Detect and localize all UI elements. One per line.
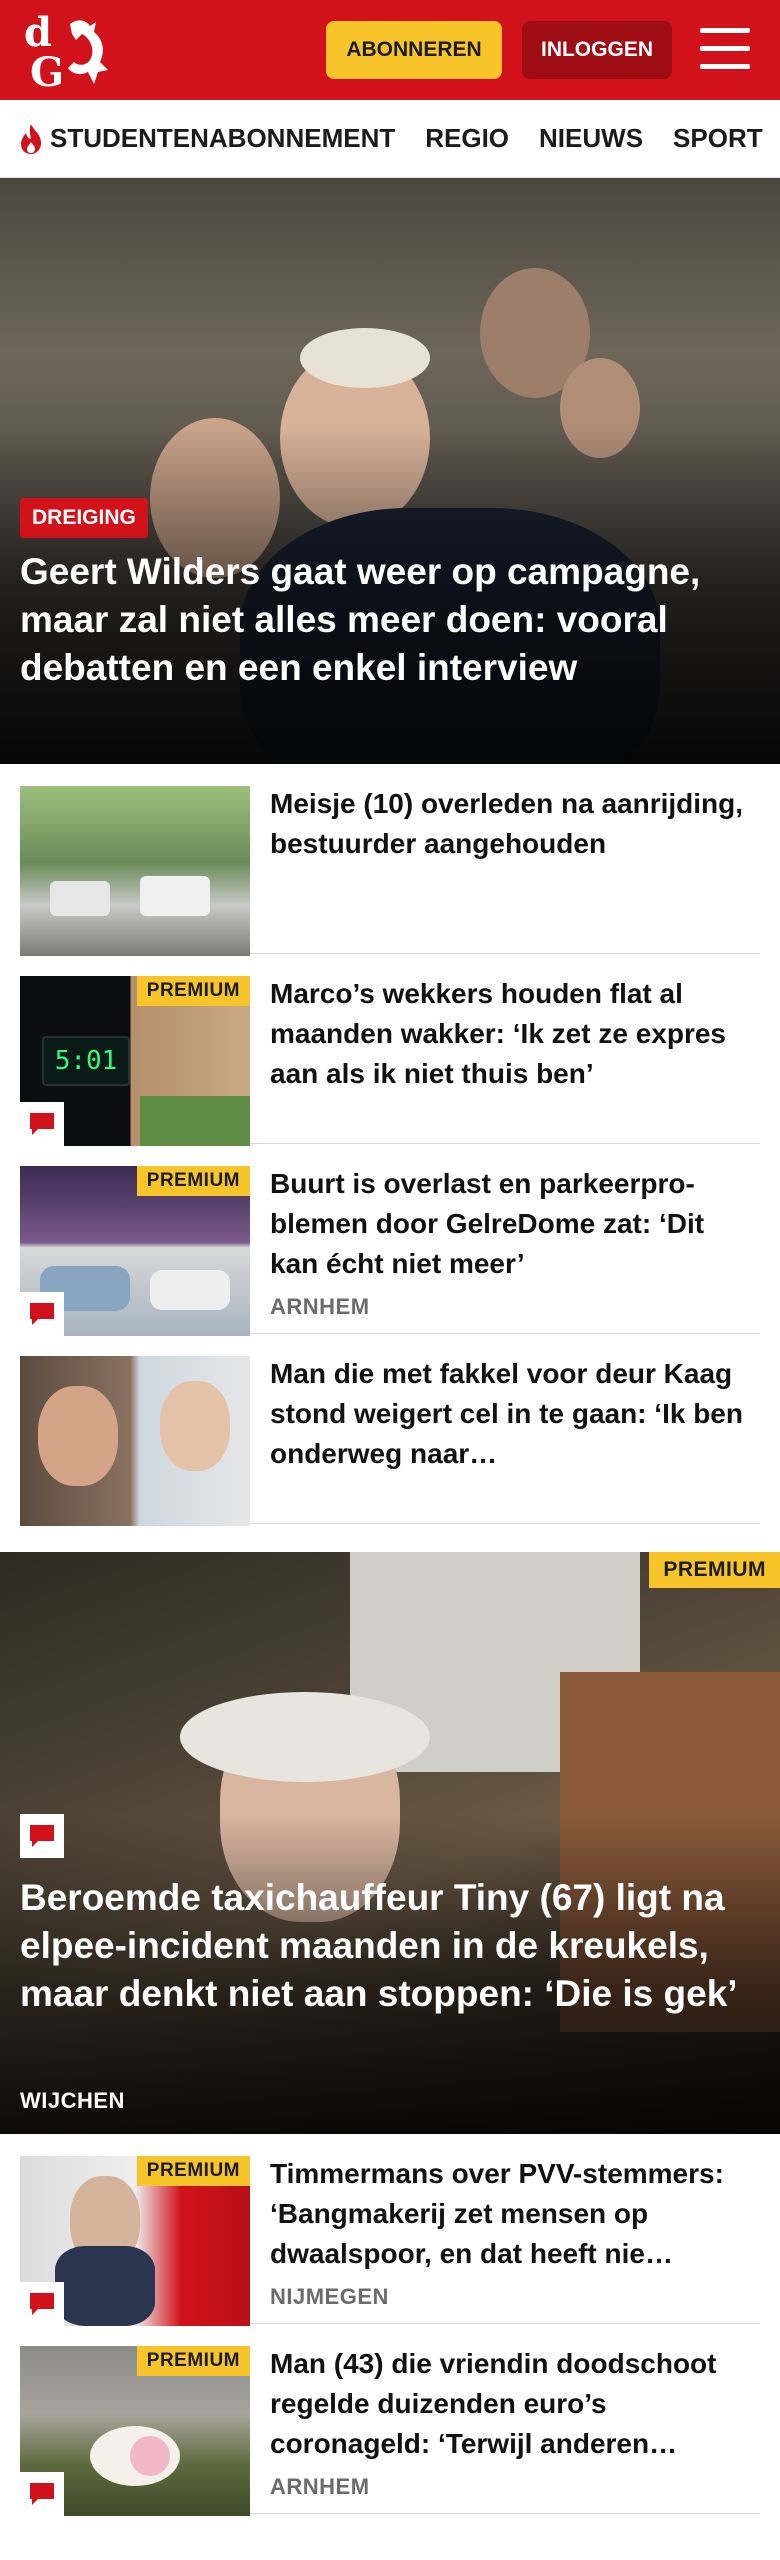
article-thumbnail: PREMIUM [20,1166,250,1336]
hero-photo-figure [300,328,430,388]
comment-icon[interactable] [20,1102,64,1146]
premium-badge: PREMIUM [136,2346,250,2376]
premium-badge: PREMIUM [649,1552,780,1588]
article-thumbnail: PREMIUM [20,2346,250,2516]
article-thumbnail [20,786,250,956]
nav-item-studentenabonnement[interactable]: STUDENTENABONNEMENT [16,122,395,156]
login-button[interactable]: INLOGGEN [522,21,672,79]
flame-icon [21,123,41,154]
article-title[interactable]: Marco’s wekkers houden flat al maanden w… [270,974,750,1094]
premium-badge: PREMIUM [136,2156,250,2186]
section-nav: STUDENTENABONNEMENT REGIO NIEUWS SPORT K [0,100,780,178]
list-item[interactable]: PREMIUM Buurt is overlast en parkeerpro­… [20,1144,760,1336]
article-title[interactable]: Timmermans over PVV-stem­mers: ‘Bangmake… [270,2154,750,2274]
feature-title[interactable]: Beroemde taxichauffeur Tiny (67) ligt na… [20,1874,765,2018]
article-location: ARNHEM [270,1294,370,1319]
premium-badge: PREMIUM [136,976,250,1006]
article-thumbnail: 5:01 PREMIUM [20,976,250,1146]
article-location: NIJMEGEN [270,2284,389,2309]
comment-icon[interactable] [20,1292,64,1336]
hamburger-menu-icon[interactable] [700,26,750,72]
alarm-clock-display: 5:01 [42,1036,130,1086]
list-item[interactable]: Meisje (10) overleden na aanrijding, bes… [20,764,760,956]
nav-item-sport[interactable]: SPORT [673,123,763,154]
premium-badge: PREMIUM [136,1166,250,1196]
nav-label: STUDENTENABONNEMENT [50,123,396,153]
article-title[interactable]: Man die met fakkel voor deur Kaag stond … [270,1354,750,1474]
article-location: ARNHEM [270,2474,370,2499]
list-item[interactable]: Man die met fakkel voor deur Kaag stond … [20,1334,760,1526]
dg-logo[interactable]: d G [20,9,118,96]
feature-article[interactable]: PREMIUM Beroemde taxichauffeur Tiny (67)… [0,1552,780,2134]
svg-text:G: G [30,49,64,90]
nav-item-nieuws[interactable]: NIEUWS [539,123,643,154]
article-thumbnail [20,1356,250,1526]
subscribe-button[interactable]: ABONNEREN [326,21,502,79]
hero-tag: DREIGING [20,498,148,538]
comment-icon[interactable] [20,2282,64,2326]
feature-location: WIJCHEN [20,2088,125,2113]
list-item[interactable]: PREMIUM Man (43) die vriendin doodschoot… [20,2324,760,2516]
article-title[interactable]: Meisje (10) overleden na aanrijding, bes… [270,784,750,864]
hero-title[interactable]: Geert Wilders gaat weer op campagne, maa… [20,548,740,692]
comment-icon[interactable] [20,2472,64,2516]
nav-item-regio[interactable]: REGIO [425,123,509,154]
top-header: d G ABONNEREN INLOGGEN [0,0,780,100]
article-title[interactable]: Buurt is overlast en parkeerpro­blemen d… [270,1164,750,1284]
list-item[interactable]: PREMIUM Timmermans over PVV-stem­mers: ‘… [20,2134,760,2326]
article-thumbnail: PREMIUM [20,2156,250,2326]
hero-article[interactable]: DREIGING Geert Wilders gaat weer op camp… [0,178,780,764]
feature-photo-figure [180,1692,430,1782]
comment-icon[interactable] [20,1814,64,1858]
dg-logo-icon: d G [24,9,108,96]
article-title[interactable]: Man (43) die vriendin doodschoot regelde… [270,2344,750,2464]
list-item[interactable]: 5:01 PREMIUM Marco’s wekkers houden flat… [20,954,760,1146]
